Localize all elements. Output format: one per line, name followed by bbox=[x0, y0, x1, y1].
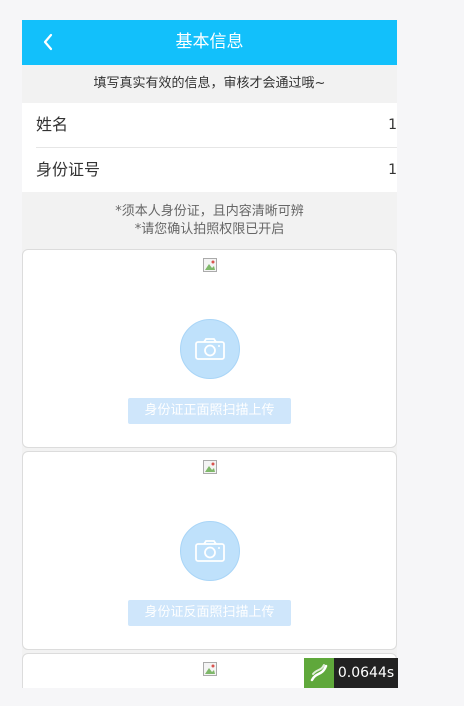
id-number-input[interactable] bbox=[197, 159, 397, 181]
name-label: 姓名 bbox=[36, 115, 69, 134]
timer-logo-icon bbox=[304, 658, 334, 688]
broken-image-icon bbox=[203, 258, 217, 272]
upload-card-front: 身份证正面照扫描上传 bbox=[22, 249, 397, 448]
name-row: 姓名 bbox=[36, 103, 397, 148]
broken-image-icon bbox=[203, 662, 217, 676]
timer-badge: 0.0644s bbox=[304, 658, 398, 688]
tip-line-2: *请您确认拍照权限已开启 bbox=[134, 222, 285, 237]
id-number-row: 身份证号 bbox=[36, 148, 397, 192]
scan-back-button[interactable]: 身份证反面照扫描上传 bbox=[128, 600, 291, 626]
info-form: 姓名 身份证号 bbox=[22, 103, 397, 192]
camera-button-front[interactable] bbox=[180, 319, 240, 379]
camera-icon bbox=[195, 540, 225, 562]
camera-button-back[interactable] bbox=[180, 521, 240, 581]
id-number-label: 身份证号 bbox=[36, 160, 101, 179]
broken-image-icon bbox=[203, 460, 217, 474]
page-title: 基本信息 bbox=[175, 32, 244, 52]
upload-card-back: 身份证反面照扫描上传 bbox=[22, 451, 397, 650]
scan-front-button[interactable]: 身份证正面照扫描上传 bbox=[128, 398, 291, 424]
header-bar: 基本信息 bbox=[22, 20, 397, 65]
camera-icon bbox=[195, 338, 225, 360]
tip-line-1: *须本人身份证，且内容清晰可辨 bbox=[115, 204, 304, 219]
name-input[interactable] bbox=[197, 114, 397, 136]
app-screen: 基本信息 填写真实有效的信息，审核才会通过哦~ 姓名 身份证号 *须本人身份证，… bbox=[22, 20, 397, 688]
tips: *须本人身份证，且内容清晰可辨 *请您确认拍照权限已开启 bbox=[22, 192, 397, 249]
timer-value: 0.0644s bbox=[337, 665, 395, 681]
notice-banner: 填写真实有效的信息，审核才会通过哦~ bbox=[22, 65, 397, 103]
